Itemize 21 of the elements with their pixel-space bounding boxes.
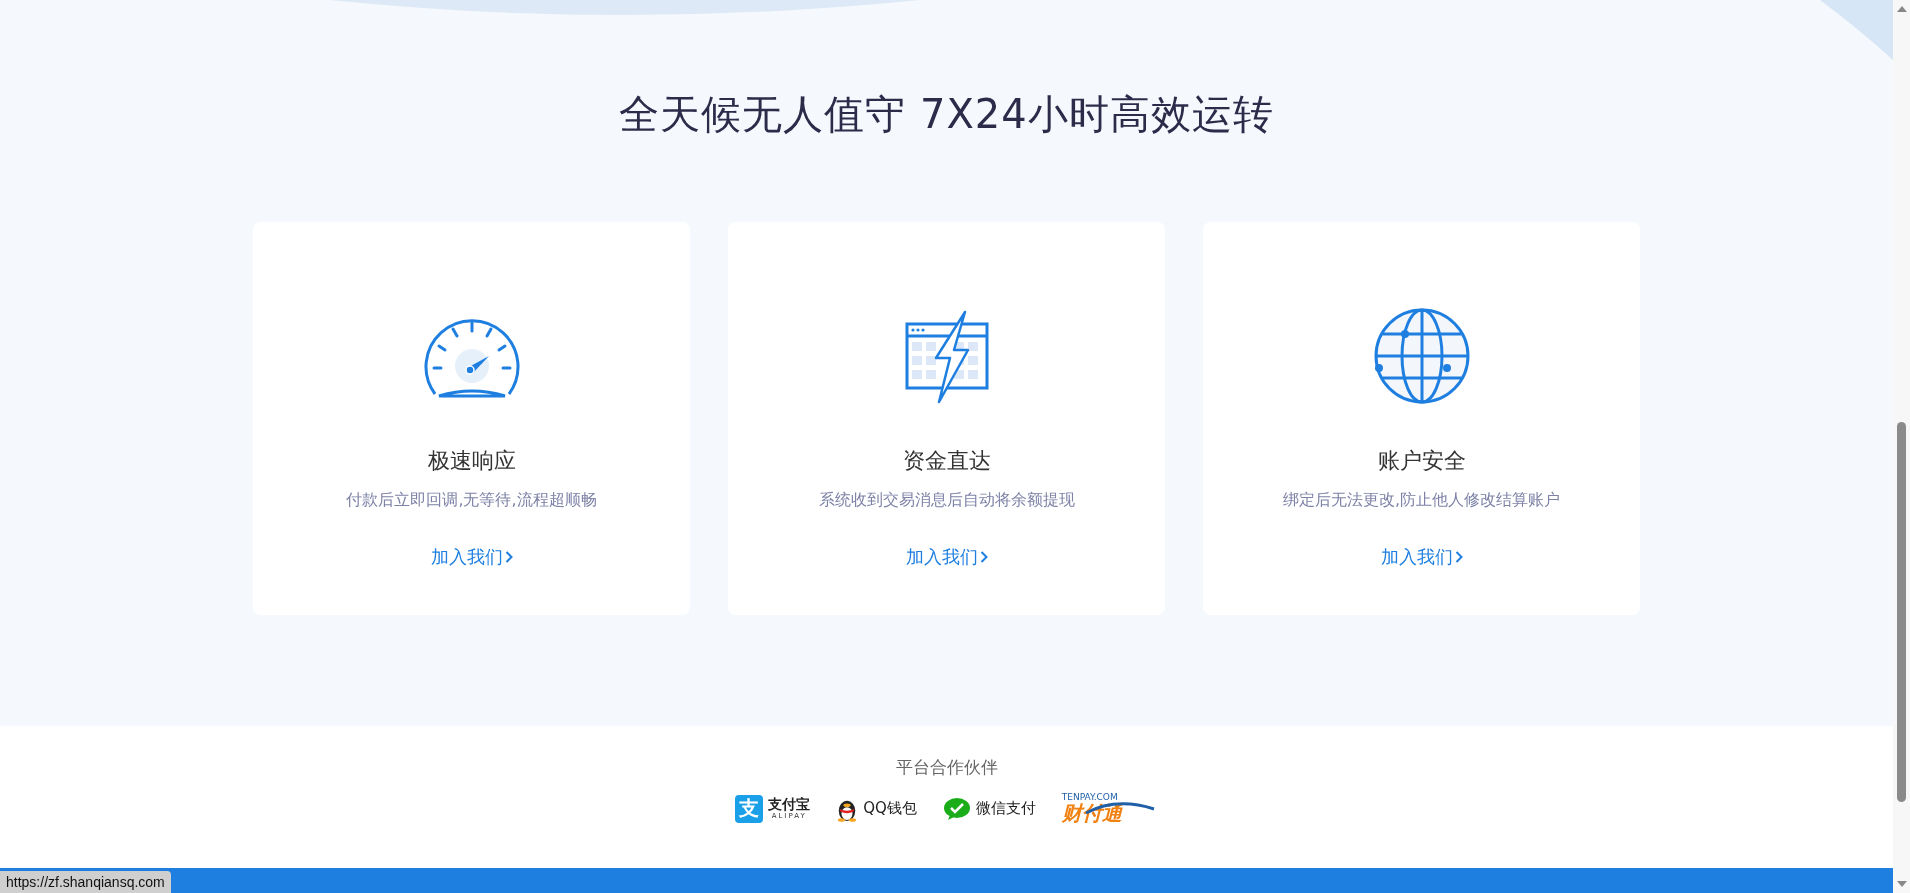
wechat-pay-logo: 微信支付 xyxy=(942,796,1036,821)
section-title: 全天候无人值守 7X24小时高效运转 xyxy=(619,90,1274,139)
status-url: https://zf.shanqiansq.com xyxy=(0,871,171,893)
feature-description: 付款后立即回调,无等待,流程超顺畅 xyxy=(346,490,597,511)
partners-title: 平台合作伙伴 xyxy=(895,756,998,779)
join-link[interactable]: 加入我们 xyxy=(430,545,513,569)
chevron-right-icon[interactable] xyxy=(979,551,988,563)
join-link[interactable]: 加入我们 xyxy=(905,545,988,569)
feature-description: 绑定后无法更改,防止他人修改结算账户 xyxy=(1282,490,1561,511)
feature-title: 账户安全 xyxy=(1377,447,1466,475)
chevron-right-icon[interactable] xyxy=(504,551,513,563)
scroll-down-icon[interactable] xyxy=(1896,881,1907,887)
chevron-right-icon[interactable] xyxy=(1454,551,1463,563)
qq-wallet-logo: QQ钱包 xyxy=(836,795,917,822)
feature-title: 资金直达 xyxy=(902,447,991,475)
feature-description: 系统收到交易消息后自动将余额提现 xyxy=(818,490,1075,511)
scroll-up-icon[interactable] xyxy=(1896,6,1907,12)
join-link[interactable]: 加入我们 xyxy=(1380,545,1463,569)
scrollbar[interactable] xyxy=(1893,0,1910,893)
feature-title: 极速响应 xyxy=(427,447,516,475)
scrollbar-thumb[interactable] xyxy=(1897,422,1906,802)
